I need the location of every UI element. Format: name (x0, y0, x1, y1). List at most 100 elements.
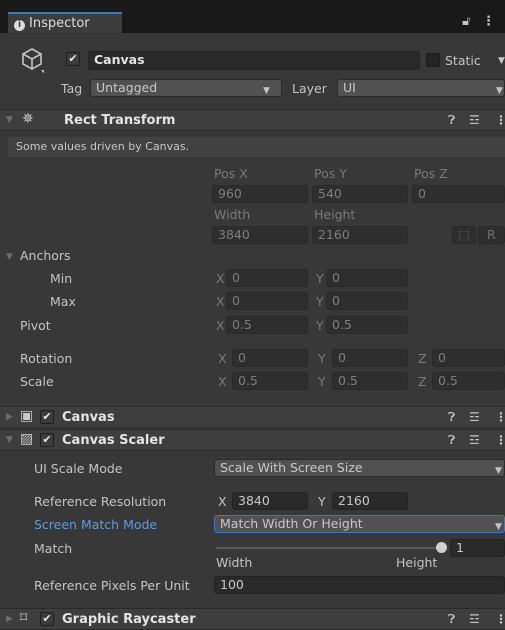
tag-dropdown[interactable]: Untagged ▼ (90, 79, 282, 97)
posy-field[interactable]: 540 (312, 185, 408, 203)
layer-dropdown-arrow-icon: ▼ (496, 86, 503, 96)
tab-bar: i Inspector 🔓︎ ⋮ (0, 0, 505, 33)
rot-y-letter: Y (318, 351, 326, 366)
match-label: Match (34, 541, 73, 556)
min-y-field[interactable]: 0 (326, 269, 408, 287)
match-width-label: Width (216, 555, 253, 570)
canvas-help-icon[interactable]: ❓︎ (448, 410, 455, 425)
canvas-menu-icon[interactable]: ⋮ (495, 410, 505, 424)
rect-transform-header[interactable]: ▼ ✵ Rect Transform ❓︎ ☲ ⋮ (0, 109, 505, 131)
presets-icon[interactable]: ☲ (469, 113, 480, 127)
height-field[interactable]: 2160 (312, 226, 408, 244)
more-options-icon[interactable]: ⋮ (482, 14, 495, 29)
canvas-header[interactable]: ▶ ▣ ✔ Canvas ❓︎ ☲ ⋮ (0, 406, 505, 428)
lock-icon[interactable]: 🔓︎ (462, 14, 470, 29)
rot-x-field[interactable]: 0 (232, 349, 308, 367)
canvas-scaler-enabled-checkbox[interactable]: ✔ (40, 433, 54, 447)
graphic-raycaster-foldout-icon[interactable]: ▶ (6, 614, 13, 624)
pivot-x-field[interactable]: 0.5 (226, 316, 308, 334)
layer-dropdown[interactable]: UI ▼ (337, 79, 505, 97)
graphic-raycaster-presets-icon[interactable]: ☲ (469, 612, 480, 626)
static-checkbox[interactable] (426, 53, 440, 67)
component-menu-icon[interactable]: ⋮ (495, 113, 505, 127)
layer-dropdown-value: UI (343, 80, 356, 95)
inspector-panel: ✔ Canvas Static ▼ Tag Untagged ▼ Layer U… (0, 33, 505, 630)
anchors-foldout-icon[interactable]: ▼ (6, 252, 13, 262)
static-dropdown-icon[interactable]: ▼ (498, 56, 505, 66)
blueprint-mode-button[interactable]: ⬚ (452, 226, 476, 244)
ref-res-y-field[interactable]: 2160 (332, 492, 408, 510)
height-label: Height (314, 207, 356, 222)
gameobject-icon[interactable] (20, 47, 46, 78)
gameobject-active-checkbox[interactable]: ✔ (66, 52, 80, 66)
raw-edit-button[interactable]: R (478, 226, 505, 244)
pivot-x-letter: X (216, 318, 225, 333)
ref-ppu-field[interactable]: 100 (214, 576, 505, 594)
scale-x-field[interactable]: 0.5 (232, 372, 308, 390)
rot-x-letter: X (218, 351, 227, 366)
max-y-field[interactable]: 0 (326, 292, 408, 310)
posy-label: Pos Y (314, 166, 347, 181)
ref-res-x-field[interactable]: 3840 (232, 492, 308, 510)
canvas-enabled-checkbox[interactable]: ✔ (40, 410, 54, 424)
canvas-foldout-icon[interactable]: ▶ (6, 412, 13, 422)
blueprint-icon: ⬚ (458, 227, 470, 242)
min-label: Min (50, 271, 73, 286)
pivot-label: Pivot (20, 318, 51, 333)
graphic-raycaster-title: Graphic Raycaster (62, 612, 196, 627)
tag-label: Tag (61, 81, 83, 96)
max-x-field[interactable]: 0 (226, 292, 308, 310)
gameobject-name-input[interactable]: Canvas (88, 51, 420, 70)
pivot-y-field[interactable]: 0.5 (326, 316, 408, 334)
ref-res-x-letter: X (218, 494, 227, 509)
rot-z-field[interactable]: 0 (432, 349, 505, 367)
ui-scale-mode-dropdown[interactable]: Scale With Screen Size ▼ (214, 459, 505, 477)
tab-inspector-label: Inspector (29, 16, 90, 31)
canvas-scaler-menu-icon[interactable]: ⋮ (495, 433, 505, 447)
canvas-scaler-header[interactable]: ▼ ▨ ✔ Canvas Scaler ❓︎ ☲ ⋮ (0, 429, 505, 451)
rot-y-field[interactable]: 0 (332, 349, 408, 367)
scale-z-field[interactable]: 0.5 (432, 372, 505, 390)
match-height-label: Height (396, 555, 438, 570)
layer-label: Layer (292, 81, 327, 96)
ui-scale-mode-arrow-icon: ▼ (495, 466, 502, 476)
scale-x-letter: X (218, 374, 227, 389)
help-icon[interactable]: ❓︎ (448, 113, 455, 128)
graphic-raycaster-enabled-checkbox[interactable]: ✔ (40, 612, 54, 626)
width-field[interactable]: 3840 (212, 226, 308, 244)
graphic-raycaster-help-icon[interactable]: ❓︎ (448, 612, 455, 627)
scale-z-letter: Z (418, 374, 427, 389)
canvas-presets-icon[interactable]: ☲ (469, 410, 480, 424)
max-label: Max (50, 294, 76, 309)
graphic-raycaster-header[interactable]: ▶ ⌑ ✔ Graphic Raycaster ❓︎ ☲ ⋮ (0, 608, 505, 630)
scale-y-letter: Y (318, 374, 326, 389)
foldout-icon[interactable]: ▼ (6, 115, 13, 125)
canvas-scaler-help-icon[interactable]: ❓︎ (448, 433, 455, 448)
canvas-scaler-foldout-icon[interactable]: ▼ (6, 435, 13, 445)
canvas-scaler-presets-icon[interactable]: ☲ (469, 433, 480, 447)
match-slider-track[interactable] (216, 547, 442, 549)
posx-field[interactable]: 960 (212, 185, 308, 203)
match-value-field[interactable]: 1 (450, 539, 505, 557)
screen-match-mode-arrow-icon: ▼ (495, 522, 502, 532)
info-icon: i (14, 20, 25, 31)
screen-match-mode-label: Screen Match Mode (34, 517, 158, 532)
scale-y-field[interactable]: 0.5 (332, 372, 408, 390)
posz-label: Pos Z (414, 166, 448, 181)
tag-dropdown-value: Untagged (96, 80, 158, 95)
ui-scale-mode-value: Scale With Screen Size (220, 460, 363, 475)
ref-ppu-label: Reference Pixels Per Unit (34, 578, 190, 593)
graphic-raycaster-menu-icon[interactable]: ⋮ (495, 612, 505, 626)
screen-match-mode-dropdown[interactable]: Match Width Or Height ▼ (214, 515, 505, 533)
rotation-label: Rotation (20, 351, 73, 366)
tag-dropdown-arrow-icon: ▼ (263, 86, 270, 96)
min-x-field[interactable]: 0 (226, 269, 308, 287)
min-y-letter: Y (316, 271, 324, 286)
max-y-letter: Y (316, 294, 324, 309)
canvas-component-icon: ▣ (20, 408, 34, 424)
match-slider-handle[interactable] (436, 542, 447, 553)
posz-field[interactable]: 0 (412, 185, 505, 203)
max-x-letter: X (216, 294, 225, 309)
tab-inspector[interactable]: i Inspector (8, 12, 122, 33)
static-label: Static (445, 53, 481, 68)
